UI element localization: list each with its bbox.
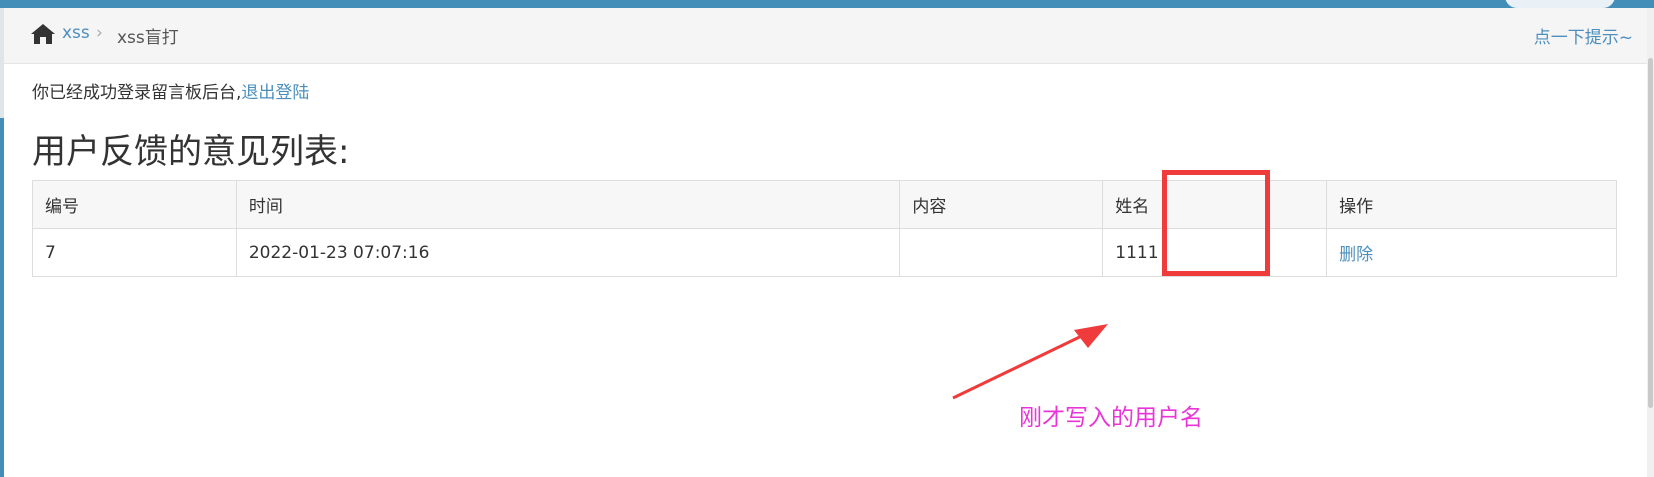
highlight-box [1162,170,1270,276]
top-navbar [0,0,1654,8]
feedback-table: 编号 时间 内容 姓名 操作 7 2022-01-23 07:07:16 111… [32,180,1617,277]
login-message: 你已经成功登录留言板后台, [32,83,242,103]
column-header-id: 编号 [32,180,237,229]
breadcrumb: xss › xss盲打 点一下提示~ [4,8,1647,64]
cell-id: 7 [32,228,237,277]
user-menu-avatar[interactable] [1505,0,1615,8]
logout-link[interactable]: 退出登陆 [241,83,309,103]
login-status: 你已经成功登录留言板后台,退出登陆 [32,78,309,103]
column-header-content: 内容 [899,180,1104,229]
annotation-arrow-icon [952,324,1108,400]
home-icon[interactable] [30,22,56,46]
page-title: 用户反馈的意见列表: [32,132,350,172]
table-header-row: 编号 时间 内容 姓名 操作 [32,180,1617,229]
column-header-action: 操作 [1326,180,1617,229]
delete-link[interactable]: 删除 [1339,245,1373,265]
sidebar-active-indicator [0,118,4,477]
table-row: 7 2022-01-23 07:07:16 1111 删除 [32,228,1617,277]
cell-time: 2022-01-23 07:07:16 [235,228,901,277]
page-scrollbar[interactable] [1647,8,1654,477]
breadcrumb-link-xss[interactable]: xss [62,23,90,43]
hint-link[interactable]: 点一下提示~ [1534,23,1633,48]
cell-content [899,228,1104,277]
breadcrumb-separator: › [96,23,103,43]
scrollbar-thumb[interactable] [1648,58,1653,408]
cell-action: 删除 [1326,228,1617,277]
annotation-text: 刚才写入的用户名 [1019,405,1203,431]
column-header-time: 时间 [235,180,901,229]
breadcrumb-current: xss盲打 [117,28,179,48]
